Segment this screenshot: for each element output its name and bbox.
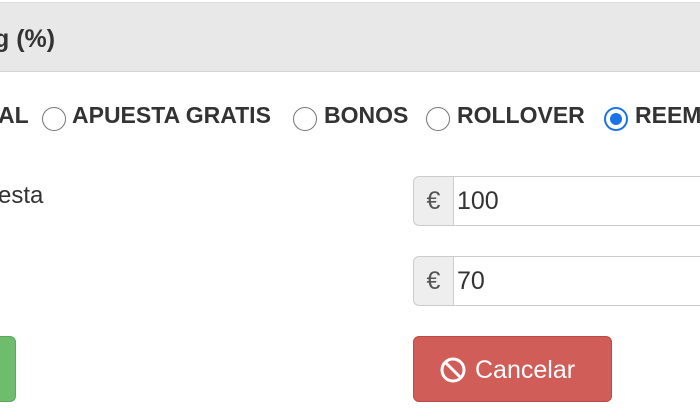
radio-reem[interactable]	[604, 107, 628, 131]
second-amount-input-group: €	[413, 256, 700, 306]
bet-type-radio-group: AL APUESTA GRATIS BONOS ROLLOVER REEM	[0, 100, 700, 136]
cancel-button-label: Cancelar	[475, 356, 576, 384]
second-amount-input[interactable]	[453, 256, 700, 306]
radio-rollover[interactable]	[426, 107, 450, 131]
panel-header: g (%)	[0, 2, 700, 72]
radio-label-al[interactable]: AL	[0, 100, 29, 130]
cancel-button[interactable]: Cancelar	[413, 336, 612, 402]
stake-input[interactable]	[453, 176, 700, 226]
radio-apuesta-gratis[interactable]	[42, 107, 66, 131]
euro-currency-addon: €	[413, 176, 453, 226]
radio-bonos[interactable]	[293, 107, 317, 131]
panel-title: g (%)	[0, 25, 56, 53]
stake-input-group: €	[413, 176, 700, 226]
radio-label-bonos[interactable]: BONOS	[324, 100, 408, 130]
euro-currency-addon: €	[413, 256, 453, 306]
radio-label-reem[interactable]: REEM	[635, 100, 700, 130]
ban-icon	[440, 357, 466, 383]
stake-label: esta	[0, 182, 44, 209]
radio-label-apuesta-gratis[interactable]: APUESTA GRATIS	[72, 100, 271, 130]
radio-label-rollover[interactable]: ROLLOVER	[457, 100, 585, 130]
confirm-button[interactable]	[0, 336, 16, 402]
